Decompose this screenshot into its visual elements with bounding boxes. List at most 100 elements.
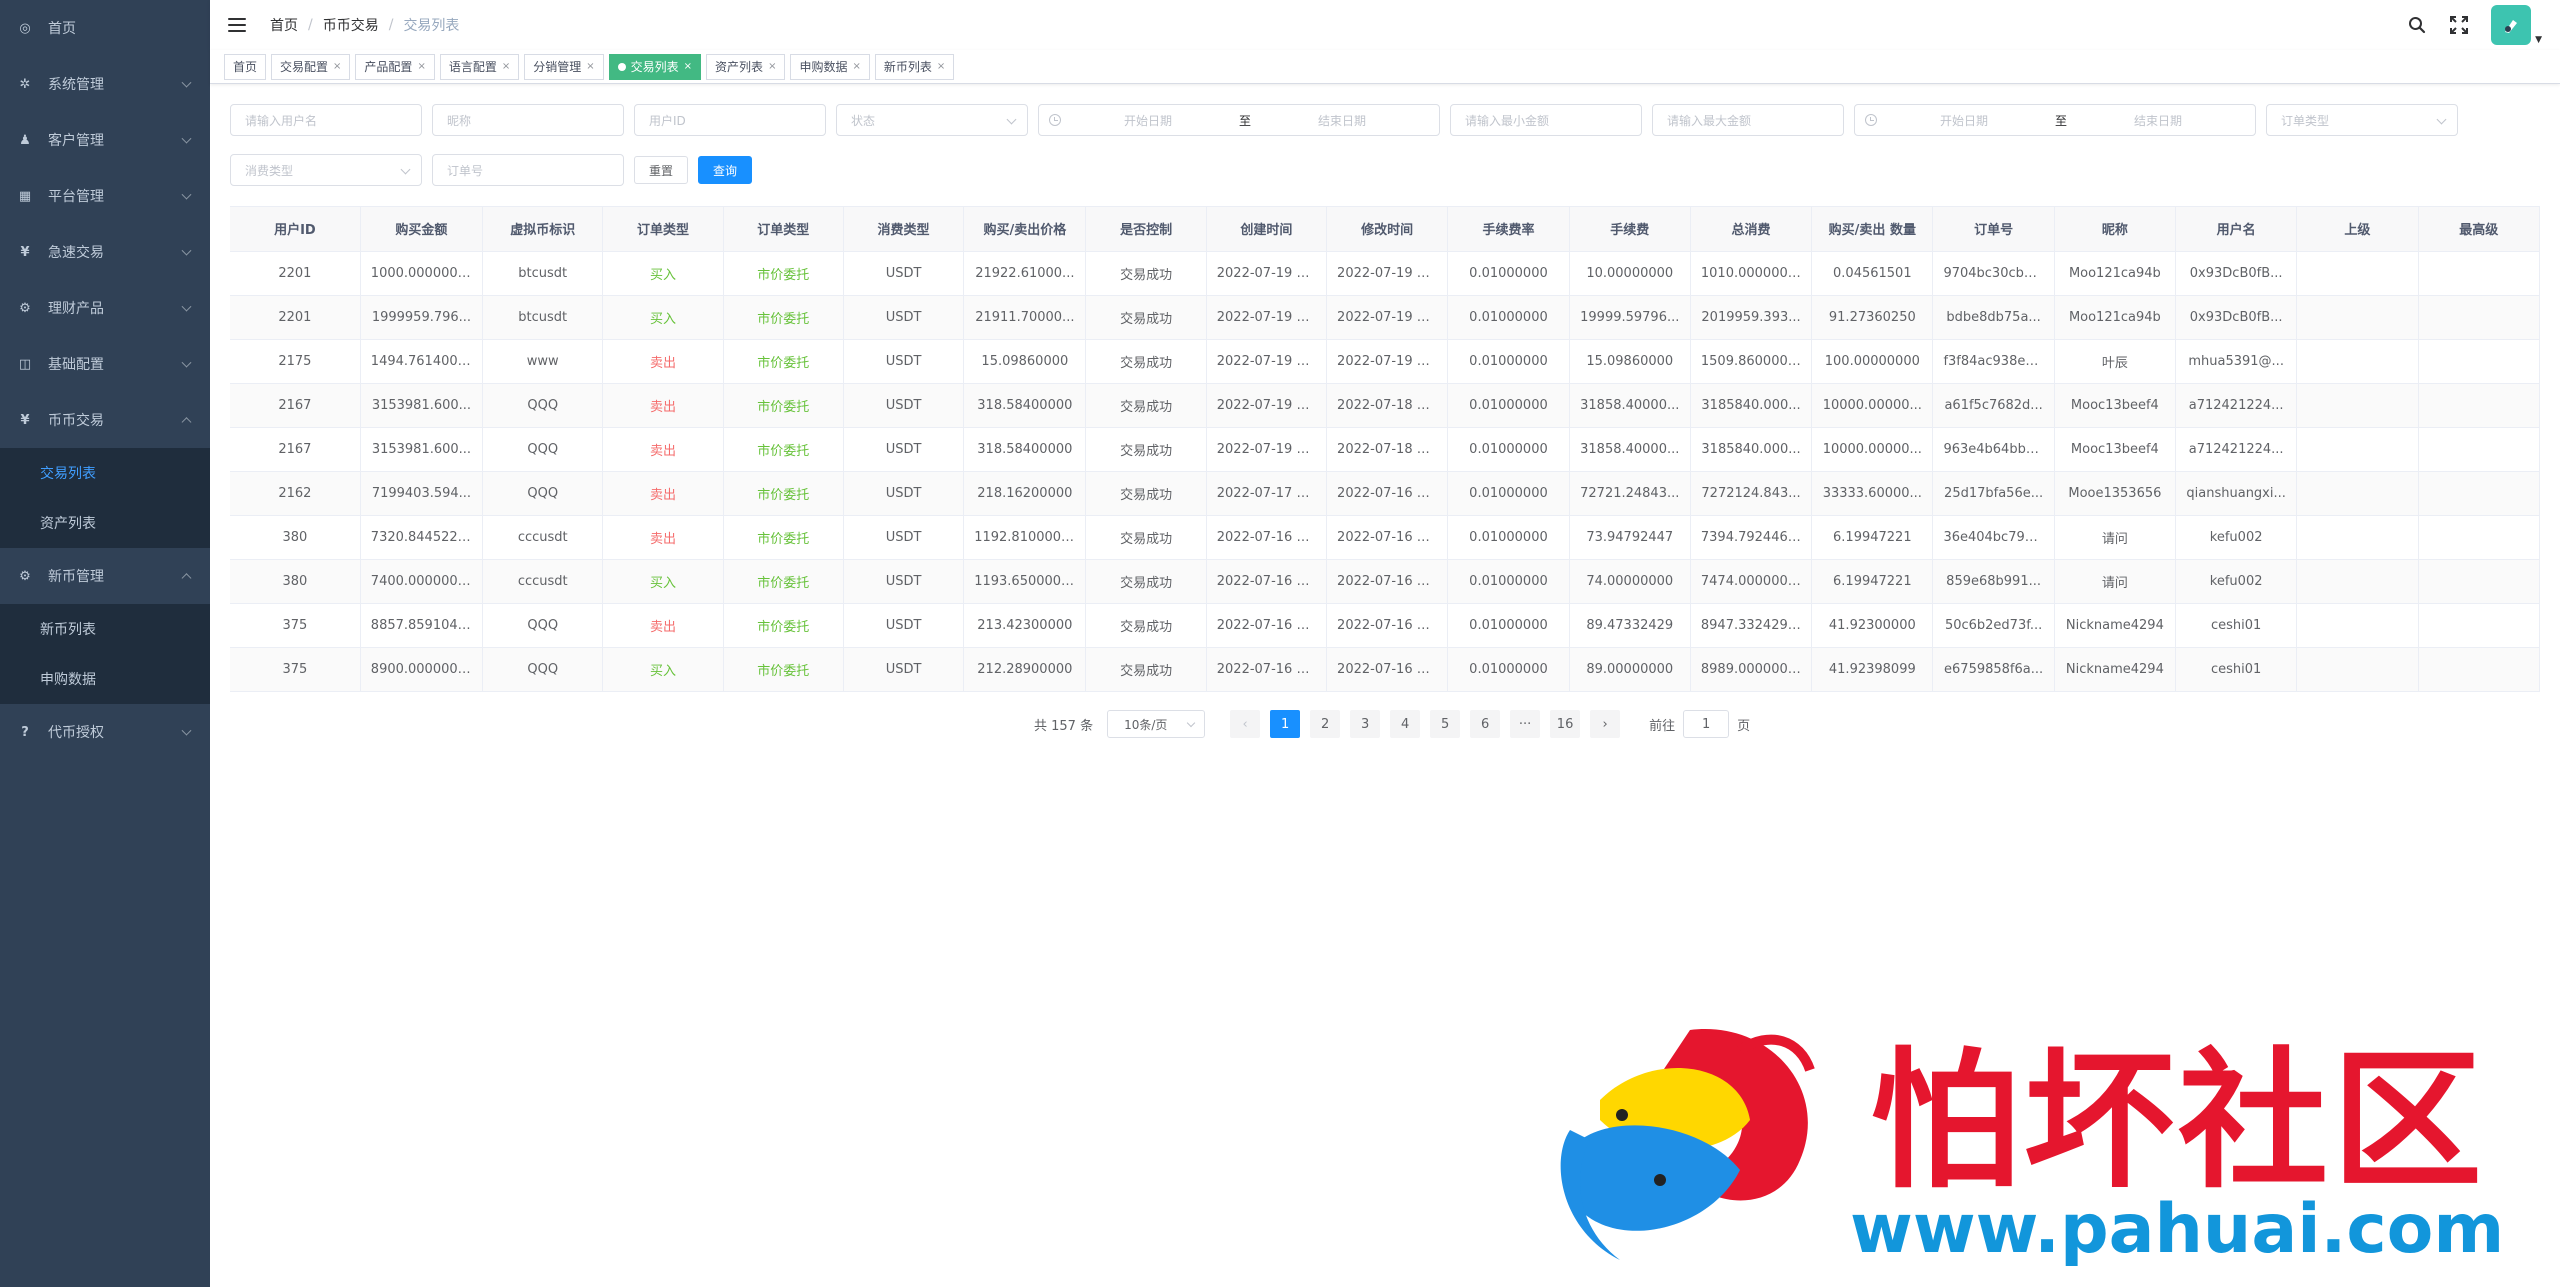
close-icon[interactable]: ×: [586, 55, 594, 79]
sidebar-item-4[interactable]: ¥ 急速交易: [0, 224, 210, 280]
user-avatar-dropdown[interactable]: ▼: [2491, 5, 2542, 45]
table-cell: 7394.79244681: [1690, 515, 1813, 560]
table-cell: 21911.70000...: [963, 295, 1087, 340]
table-row[interactable]: 2201 1000.00000000 btcusdt 买入 市价委托 USDT 21922.…: [230, 251, 2541, 296]
close-icon[interactable]: ×: [502, 55, 510, 79]
page-button[interactable]: 16: [1550, 710, 1581, 738]
table-cell: 7400.00000000: [360, 559, 484, 604]
table-cell: 41.92398099: [1811, 647, 1934, 692]
more-pages-button[interactable]: ···: [1510, 710, 1541, 738]
goto-page-input[interactable]: 1: [1683, 710, 1730, 738]
tag-5[interactable]: 交易列表 ×: [608, 53, 702, 80]
tag-2[interactable]: 产品配置 ×: [355, 53, 435, 80]
tag-8[interactable]: 新币列表 ×: [874, 53, 955, 80]
fullscreen-icon[interactable]: [2449, 15, 2469, 35]
table-cell: [2418, 559, 2541, 604]
hamburger-menu-icon[interactable]: [228, 18, 246, 32]
table-cell: [2296, 295, 2419, 340]
page-size-select[interactable]: 10条/页: [1107, 710, 1206, 738]
tag-0[interactable]: 首页: [224, 53, 267, 80]
table-cell: [2296, 427, 2419, 472]
date-range-picker[interactable]: 开始日期 至 结束日期: [1038, 104, 1440, 136]
page-button[interactable]: 5: [1430, 710, 1461, 738]
page-button[interactable]: 3: [1350, 710, 1381, 738]
table-row[interactable]: 2175 1494.76140000 www 卖出 市价委托 USDT 15.0986000…: [230, 339, 2541, 384]
submenu-item-7-1[interactable]: 资产列表: [0, 498, 210, 548]
order-no-input[interactable]: 订单号: [432, 154, 624, 186]
tag-4[interactable]: 分销管理 ×: [524, 53, 604, 80]
next-page-button[interactable]: ›: [1590, 710, 1621, 738]
sidebar-item-1[interactable]: ✲ 系统管理: [0, 56, 210, 112]
table-row[interactable]: 2167 3153981.600... QQQ 卖出 市价委托 USDT 318.58400…: [230, 427, 2541, 472]
sidebar-item-9[interactable]: ? 代币授权: [0, 704, 210, 760]
search-icon[interactable]: [2407, 15, 2427, 35]
sidebar-item-3[interactable]: ▦ 平台管理: [0, 168, 210, 224]
table-cell: 0.01000000: [1447, 383, 1570, 428]
sidebar-item-0[interactable]: ◎ 首页: [0, 0, 210, 56]
breadcrumb-coin-trading[interactable]: 币币交易: [323, 15, 379, 35]
username-input[interactable]: 请输入用户名: [230, 104, 422, 136]
table-cell: 6.19947221: [1811, 515, 1934, 560]
prev-page-button[interactable]: ‹: [1230, 710, 1261, 738]
table-row[interactable]: 375 8857.85910471 QQQ 卖出 市价委托 USDT 213.4230000…: [230, 603, 2541, 648]
sidebar-item-5[interactable]: ⚙ 理财产品: [0, 280, 210, 336]
table-body: 2201 1000.00000000 btcusdt 买入 市价委托 USDT 21922.…: [230, 251, 2541, 692]
table-row[interactable]: 2162 7199403.594... QQQ 卖出 市价委托 USDT 218.16200…: [230, 471, 2541, 516]
max-amount-input[interactable]: 请输入最大金额: [1652, 104, 1844, 136]
min-amount-input[interactable]: 请输入最小金额: [1450, 104, 1642, 136]
submenu-item-7-0[interactable]: 交易列表: [0, 448, 210, 498]
tag-1[interactable]: 交易配置 ×: [271, 53, 351, 80]
nickname-input[interactable]: 昵称: [432, 104, 624, 136]
page-button[interactable]: 2: [1310, 710, 1341, 738]
table-cell: 卖出: [602, 383, 724, 428]
table-cell: [2296, 251, 2419, 296]
search-button[interactable]: 查询: [698, 156, 753, 184]
page-button[interactable]: 6: [1470, 710, 1501, 738]
submenu-item-8-0[interactable]: 新币列表: [0, 604, 210, 654]
page-button[interactable]: 1: [1270, 710, 1301, 738]
consume-type-select[interactable]: 消费类型: [230, 154, 422, 186]
table-cell: btcusdt: [482, 295, 604, 340]
table-cell: cccusdt: [482, 515, 604, 560]
sidebar-item-6[interactable]: ◫ 基础配置: [0, 336, 210, 392]
table-row[interactable]: 380 7320.84452234 cccusdt 卖出 市价委托 USDT 1192.81…: [230, 515, 2541, 560]
tag-6[interactable]: 资产列表 ×: [706, 53, 786, 80]
table-cell: 8857.85910471: [360, 603, 484, 648]
close-icon[interactable]: ×: [333, 55, 341, 79]
table-cell: 213.42300000: [963, 603, 1087, 648]
chevron-up-icon: [181, 573, 192, 584]
table-row[interactable]: 375 8900.00000000 QQQ 买入 市价委托 USDT 212.2890000…: [230, 647, 2541, 692]
table-cell: 36e404bc79a...: [1932, 515, 2055, 560]
tag-3[interactable]: 语言配置 ×: [439, 53, 520, 80]
table-row[interactable]: 380 7400.00000000 cccusdt 买入 市价委托 USDT 1193.65…: [230, 559, 2541, 604]
breadcrumb-home[interactable]: 首页: [270, 15, 298, 35]
order-type-select[interactable]: 订单类型: [2266, 104, 2458, 136]
close-icon[interactable]: ×: [684, 55, 692, 79]
column-header: 用户ID: [230, 207, 361, 252]
help-icon: ?: [21, 724, 29, 740]
table-cell: Mooc13beef4: [2054, 427, 2177, 472]
date-range-picker-2[interactable]: 开始日期 至 结束日期: [1854, 104, 2256, 136]
table-row[interactable]: 2201 1999959.796... btcusdt 买入 市价委托 USDT 21911…: [230, 295, 2541, 340]
status-select[interactable]: 状态: [836, 104, 1028, 136]
close-icon[interactable]: ×: [937, 55, 945, 79]
close-icon[interactable]: ×: [417, 55, 425, 79]
reset-button[interactable]: 重置: [634, 156, 689, 184]
page-button[interactable]: 4: [1390, 710, 1421, 738]
close-icon[interactable]: ×: [768, 55, 776, 79]
sidebar-item-7[interactable]: ¥ 币币交易: [0, 392, 210, 448]
table-row[interactable]: 2167 3153981.600... QQQ 卖出 市价委托 USDT 318.58400…: [230, 383, 2541, 428]
chevron-down-icon: [2436, 114, 2447, 125]
tag-7[interactable]: 申购数据 ×: [790, 53, 870, 80]
table-cell: btcusdt: [482, 251, 604, 296]
table-cell: USDT: [843, 339, 965, 384]
table-cell: 市价委托: [723, 647, 844, 692]
sidebar-item-2[interactable]: ♟ 客户管理: [0, 112, 210, 168]
close-icon[interactable]: ×: [852, 55, 860, 79]
sidebar-item-8[interactable]: ⚙ 新币管理: [0, 548, 210, 604]
table-cell: 0.01000000: [1447, 647, 1570, 692]
submenu-item-8-1[interactable]: 申购数据: [0, 654, 210, 704]
user-id-input[interactable]: 用户ID: [634, 104, 826, 136]
table-cell: 10.00000000: [1569, 251, 1691, 296]
table-cell: 交易成功: [1085, 471, 1207, 516]
